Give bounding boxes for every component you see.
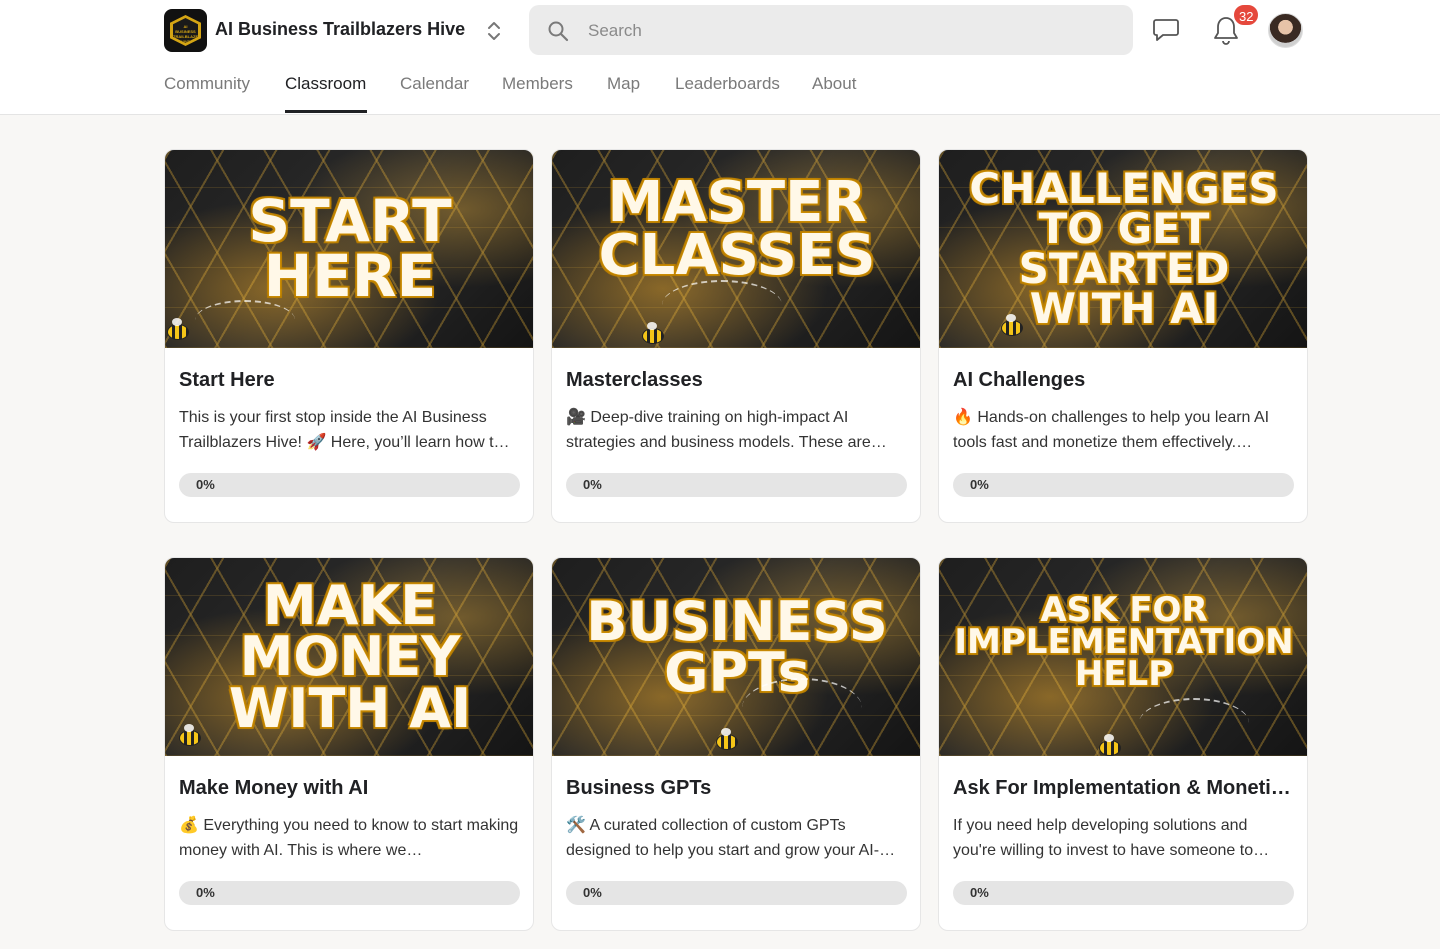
search-icon xyxy=(547,20,569,47)
tab-members[interactable]: Members xyxy=(502,74,573,94)
bee-icon xyxy=(179,724,201,746)
course-progress-bar: 0% xyxy=(953,881,1294,905)
progress-label: 0% xyxy=(970,885,989,900)
group-logo[interactable]: AI BUSINESS TRAILBLAZERS HIVE xyxy=(164,9,207,52)
bee-icon xyxy=(1001,314,1023,336)
bee-icon xyxy=(716,728,738,750)
course-thumbnail: START HERE xyxy=(165,150,533,348)
course-description: 🔥 Hands-on challenges to help you learn … xyxy=(953,409,1270,451)
course-card-ask-for-implementation[interactable]: ASK FOR IMPLEMENTATION HELP Ask For Implem… xyxy=(938,557,1308,931)
progress-label: 0% xyxy=(583,477,602,492)
group-switcher-chevron-icon[interactable] xyxy=(484,19,504,43)
course-thumbnail: MAKE MONEY WITH AI xyxy=(165,558,533,756)
course-progress-bar: 0% xyxy=(566,473,907,497)
course-title: Make Money with AI xyxy=(179,777,369,799)
course-progress-bar: 0% xyxy=(179,881,520,905)
thumbnail-text: ASK FOR IMPLEMENTATION HELP xyxy=(954,589,1294,695)
user-avatar[interactable] xyxy=(1268,13,1303,48)
course-card-business-gpts[interactable]: BUSINESS GPTs Business GPTs 🛠️ A curated … xyxy=(551,557,921,931)
search-placeholder: Search xyxy=(588,21,642,40)
course-thumbnail: BUSINESS GPTs xyxy=(552,558,920,756)
progress-label: 0% xyxy=(196,477,215,492)
course-thumbnail: MASTER CLASSES xyxy=(552,150,920,348)
group-name[interactable]: AI Business Trailblazers Hive xyxy=(215,19,465,40)
course-thumbnail: ASK FOR IMPLEMENTATION HELP xyxy=(939,558,1307,756)
thumbnail-text: MAKE MONEY WITH AI xyxy=(228,574,472,740)
course-description: 🛠️ A curated collection of custom GPTs d… xyxy=(566,817,896,859)
tab-calendar[interactable]: Calendar xyxy=(400,74,469,94)
tab-leaderboards[interactable]: Leaderboards xyxy=(675,74,780,94)
course-description: 💰 Everything you need to know to start m… xyxy=(179,817,519,859)
course-title: Masterclasses xyxy=(566,369,703,391)
top-header: AI BUSINESS TRAILBLAZERS HIVE AI Busines… xyxy=(0,0,1440,115)
tab-about[interactable]: About xyxy=(812,74,856,94)
bee-icon xyxy=(642,322,664,344)
search-input[interactable]: Search xyxy=(529,5,1133,55)
course-card-make-money[interactable]: MAKE MONEY WITH AI Make Money with AI 💰 Ev… xyxy=(164,557,534,931)
course-progress-bar: 0% xyxy=(566,881,907,905)
course-description: 🎥 Deep-dive training on high-impact AI s… xyxy=(566,409,887,451)
course-title: Ask For Implementation & Moneti… xyxy=(953,777,1291,799)
active-tab-indicator xyxy=(285,110,367,113)
progress-label: 0% xyxy=(196,885,215,900)
course-title: Business GPTs xyxy=(566,777,712,799)
course-progress-bar: 0% xyxy=(953,473,1294,497)
course-card-start-here[interactable]: START HERE Start Here This is your first … xyxy=(164,149,534,523)
bee-icon xyxy=(1099,734,1121,756)
thumbnail-text: BUSINESS GPTs xyxy=(586,589,888,704)
course-card-ai-challenges[interactable]: CHALLENGES TO GET STARTED WITH AI AI Challe… xyxy=(938,149,1308,523)
course-description: This is your first stop inside the AI Bu… xyxy=(179,409,510,451)
course-description: If you need help developing solutions an… xyxy=(953,817,1270,859)
top-bar: AI BUSINESS TRAILBLAZERS HIVE AI Busines… xyxy=(164,0,1308,60)
progress-label: 0% xyxy=(970,477,989,492)
course-title: AI Challenges xyxy=(953,369,1086,391)
tab-classroom[interactable]: Classroom xyxy=(285,74,366,94)
thumbnail-text: CHALLENGES TO GET STARTED WITH AI xyxy=(969,164,1279,333)
notification-badge: 32 xyxy=(1232,3,1261,27)
course-progress-bar: 0% xyxy=(179,473,520,497)
chat-icon[interactable] xyxy=(1152,17,1180,48)
progress-label: 0% xyxy=(583,885,602,900)
course-card-masterclasses[interactable]: MASTER CLASSES Masterclasses 🎥 Deep-dive … xyxy=(551,149,921,523)
course-title: Start Here xyxy=(179,369,275,391)
course-thumbnail: CHALLENGES TO GET STARTED WITH AI xyxy=(939,150,1307,348)
tab-map[interactable]: Map xyxy=(607,74,640,94)
bee-icon xyxy=(167,318,189,340)
tab-community[interactable]: Community xyxy=(164,74,250,94)
